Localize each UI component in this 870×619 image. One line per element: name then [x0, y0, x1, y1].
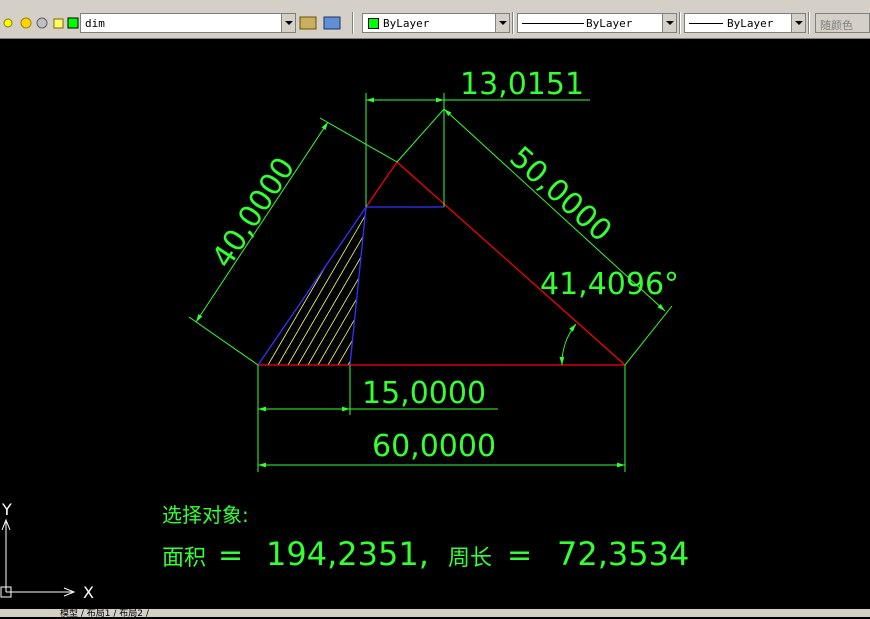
lock-icon: [53, 18, 64, 29]
dim-text-top[interactable]: 13,0151: [460, 67, 584, 102]
layout-tabs[interactable]: 模型 / 布局1 / 布局2 /: [60, 606, 149, 619]
make-current-layer-icon: [299, 16, 317, 30]
linetype-dropdown-value: ByLayer: [586, 17, 633, 30]
lineweight-dropdown-value: ByLayer: [727, 17, 774, 30]
toolbar-separator: [512, 12, 514, 34]
layer-color-swatch: [67, 17, 79, 29]
dim-text-left[interactable]: 40,0000: [205, 151, 302, 274]
color-dropdown[interactable]: ByLayer: [362, 13, 510, 33]
plotstyle-dropdown-value: 随颜色: [820, 19, 853, 32]
plotstyle-dropdown[interactable]: 随颜色: [815, 13, 870, 33]
lightbulb-icon: [3, 18, 13, 28]
toolbar-icon-strip[interactable]: [0, 0, 870, 7]
layer-previous-icon: [323, 16, 341, 30]
ucs-y-label: Y: [1, 500, 12, 519]
linetype-dropdown[interactable]: ByLayer: [517, 13, 677, 33]
toolbar-separator: [808, 12, 810, 34]
chevron-down-icon[interactable]: [495, 14, 509, 32]
perimeter-equals: =: [507, 538, 532, 573]
dim-text-inner[interactable]: 15,0000: [362, 376, 486, 411]
layer-tool-buttons[interactable]: [298, 14, 346, 32]
ucs-x-label: X: [83, 583, 94, 602]
dim-text-angle[interactable]: 41,4096°: [540, 267, 679, 302]
top-toolbar-strip: [0, 0, 870, 8]
lineweight-sample: [689, 23, 723, 24]
layer-dropdown-value: dim: [85, 17, 105, 30]
dim-text-right[interactable]: 50,0000: [503, 140, 619, 249]
region-outline[interactable]: [257, 206, 444, 366]
layout-tabs-bar: 模型 / 布局1 / 布局2 /: [0, 606, 870, 619]
chevron-down-icon[interactable]: [791, 14, 805, 32]
lineweight-dropdown[interactable]: ByLayer: [684, 13, 806, 33]
chevron-down-icon[interactable]: [662, 14, 676, 32]
drawing-canvas[interactable]: 13,0151 40,0000 50,0000 41,4096° 15,0000…: [0, 39, 870, 609]
toolbar-separator: [679, 12, 681, 34]
toolbar-separator: [352, 12, 354, 34]
layer-dropdown[interactable]: dim: [80, 13, 296, 33]
layer-state-icons[interactable]: [2, 14, 80, 32]
chevron-down-icon[interactable]: [281, 14, 295, 32]
perimeter-label: 周长: [448, 546, 492, 571]
area-value: 194,2351,: [266, 535, 429, 573]
area-label: 面积: [162, 546, 206, 571]
color-dropdown-value: ByLayer: [383, 17, 430, 30]
perimeter-value: 72,3534: [557, 535, 689, 573]
dim-text-base[interactable]: 60,0000: [372, 429, 496, 464]
sun-icon: [20, 17, 32, 29]
linetype-sample: [522, 23, 584, 24]
area-equals: =: [218, 538, 243, 573]
color-swatch: [368, 18, 379, 29]
ucs-icon: [0, 518, 76, 598]
layer-properties-toolbar: dim ByLayer ByLayer ByLayer 随颜色: [0, 8, 870, 39]
command-output: 选择对象: 面积 = 194,2351, 周长 = 72,3534: [162, 503, 689, 573]
command-prompt-line: 选择对象:: [162, 503, 249, 527]
freeze-icon: [36, 17, 48, 29]
